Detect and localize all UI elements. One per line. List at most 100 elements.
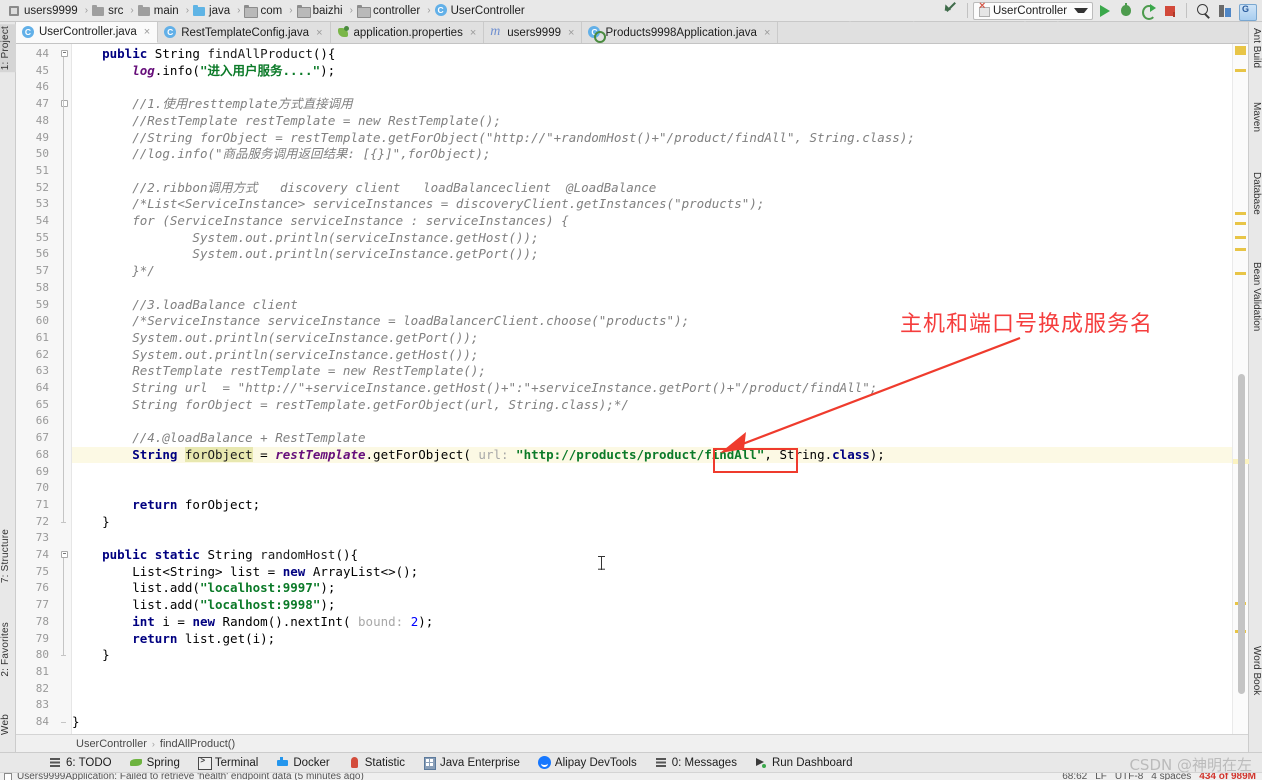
breadcrumb-item-com[interactable]: com: [242, 1, 287, 21]
code-line[interactable]: //3.loadBalance client: [72, 297, 298, 314]
code-line[interactable]: }: [72, 514, 110, 531]
code-fold-end-marker[interactable]: [61, 655, 66, 657]
stripe-marker[interactable]: [1235, 248, 1246, 251]
source-code-text[interactable]: public String findAllProduct(){ log.info…: [72, 44, 1232, 734]
breadcrumb-item-java[interactable]: java: [191, 1, 235, 21]
toolwindow-docker[interactable]: Docker: [267, 753, 338, 773]
close-icon[interactable]: ×: [566, 27, 576, 39]
code-line[interactable]: System.out.println(serviceInstance.getPo…: [72, 246, 538, 263]
code-line[interactable]: log.info("进入用户服务....");: [72, 63, 335, 80]
code-line[interactable]: //2.ribbon调用方式 discovery client loadBala…: [72, 180, 656, 197]
stripe-marker[interactable]: [1235, 212, 1246, 215]
code-line[interactable]: //1.使用resttemplate方式直接调用: [72, 96, 352, 113]
editor-tab-application-properties[interactable]: application.properties ×: [330, 22, 485, 43]
code-token: class: [832, 446, 870, 462]
code-line[interactable]: return list.get(i);: [72, 631, 275, 648]
close-icon[interactable]: ×: [468, 27, 478, 39]
code-line[interactable]: List<String> list = new ArrayList<>();: [72, 564, 418, 581]
code-line[interactable]: String forObject = restTemplate.getForOb…: [72, 397, 629, 414]
code-line[interactable]: //log.info("商品服务调用返回结果: [{}]",forObject)…: [72, 146, 490, 163]
toolwindow-messages[interactable]: 0: Messages: [646, 753, 746, 773]
code-line[interactable]: String forObject = restTemplate.getForOb…: [72, 446, 885, 464]
toolwindow-statistic[interactable]: Statistic: [339, 753, 414, 773]
sidebar-item-maven[interactable]: Maven: [1248, 100, 1262, 134]
sidebar-item-project[interactable]: 1: Project: [0, 24, 16, 73]
search-icon[interactable]: [1192, 1, 1214, 21]
code-line[interactable]: System.out.println(serviceInstance.getPo…: [72, 330, 478, 347]
coverage-icon[interactable]: [1137, 1, 1159, 21]
sidebar-item-word-book[interactable]: Word Book: [1248, 644, 1262, 697]
toolwindow-spring[interactable]: Spring: [121, 753, 189, 773]
sidebar-item-ant-build[interactable]: Ant Build: [1248, 26, 1262, 70]
run-configuration-selector[interactable]: UserController: [973, 1, 1093, 20]
stripe-marker[interactable]: [1235, 236, 1246, 239]
editor-error-stripe[interactable]: [1232, 44, 1249, 734]
editor-gutter[interactable]: 44 45 46 47 48 49 50 51 52 53 54 55 56 57 58 59 60 61 62 63…: [16, 44, 72, 734]
breadcrumb-item-users9999[interactable]: users9999: [6, 1, 83, 21]
editor-tab-users9999[interactable]: users9999 ×: [484, 22, 583, 43]
code-fold-end-marker[interactable]: [61, 521, 66, 523]
code-line[interactable]: /*List<ServiceInstance> serviceInstances…: [72, 196, 764, 213]
toolwindow-run-dashboard[interactable]: Run Dashboard: [746, 753, 862, 773]
breadcrumb-item-usercontroller[interactable]: UserController: [433, 1, 530, 21]
breadcrumb-item-baizhi[interactable]: baizhi: [295, 1, 348, 21]
member-breadcrumb-class[interactable]: UserController: [76, 738, 147, 750]
line-separator[interactable]: LF: [1095, 773, 1107, 780]
project-structure-icon[interactable]: [1214, 1, 1236, 21]
memory-indicator[interactable]: 434 of 989M: [1199, 773, 1256, 780]
sidebar-item-web[interactable]: Web: [0, 712, 16, 737]
breadcrumb-item-main[interactable]: main: [136, 1, 184, 21]
code-line[interactable]: }: [72, 714, 80, 731]
back-arrow-icon[interactable]: [940, 1, 962, 21]
member-breadcrumb-method[interactable]: findAllProduct(): [160, 738, 235, 750]
toolwindow-alipay-devtools[interactable]: Alipay DevTools: [529, 753, 646, 773]
code-line[interactable]: System.out.println(serviceInstance.getHo…: [72, 347, 478, 364]
code-line[interactable]: int i = new Random().nextInt( bound: 2);: [72, 614, 433, 631]
stripe-marker[interactable]: [1235, 46, 1246, 55]
code-line[interactable]: //String forObject = restTemplate.getFor…: [72, 130, 915, 147]
editor-tab-resttemplateconfig[interactable]: RestTemplateConfig.java ×: [158, 22, 331, 43]
code-line[interactable]: /*ServiceInstance serviceInstance = load…: [72, 313, 689, 330]
editor-tab-products9998application[interactable]: Products9998Application.java ×: [582, 22, 779, 43]
sidebar-item-structure[interactable]: 7: Structure: [0, 527, 16, 585]
close-icon[interactable]: ×: [762, 27, 772, 39]
code-line[interactable]: list.add("localhost:9998");: [72, 597, 335, 614]
code-line[interactable]: public static String randomHost(){: [72, 547, 358, 564]
sidebar-item-favorites[interactable]: 2: Favorites: [0, 620, 16, 679]
status-checkbox-icon[interactable]: [4, 773, 12, 780]
code-editor[interactable]: 44 45 46 47 48 49 50 51 52 53 54 55 56 57 58 59 60 61 62 63…: [16, 44, 1248, 734]
breadcrumb-item-src[interactable]: src: [90, 1, 128, 21]
editor-tab-usercontroller[interactable]: UserController.java ×: [16, 22, 159, 43]
run-icon[interactable]: [1093, 1, 1115, 21]
editor-scrollbar-thumb[interactable]: [1238, 374, 1245, 694]
stripe-marker[interactable]: [1235, 272, 1246, 275]
stop-icon[interactable]: [1159, 1, 1181, 21]
code-line[interactable]: list.add("localhost:9997");: [72, 580, 335, 597]
code-line[interactable]: }: [72, 647, 110, 664]
toolwindow-todo[interactable]: 6: TODO: [40, 753, 121, 773]
code-line[interactable]: System.out.println(serviceInstance.getHo…: [72, 230, 538, 247]
file-encoding[interactable]: UTF-8: [1115, 773, 1143, 780]
git-icon[interactable]: [1236, 1, 1258, 21]
code-line[interactable]: //RestTemplate restTemplate = new RestTe…: [72, 113, 501, 130]
sidebar-item-bean-validation[interactable]: Bean Validation: [1248, 260, 1262, 333]
code-line[interactable]: }*/: [72, 263, 155, 280]
code-line[interactable]: return forObject;: [72, 497, 260, 514]
sidebar-item-database[interactable]: Database: [1248, 170, 1262, 217]
stripe-marker[interactable]: [1235, 69, 1246, 72]
toolwindow-java-enterprise[interactable]: Java Enterprise: [414, 753, 529, 773]
indent-setting[interactable]: 4 spaces: [1151, 773, 1191, 780]
code-fold-end-marker[interactable]: [61, 722, 66, 723]
toolwindow-terminal[interactable]: Terminal: [189, 753, 267, 773]
stripe-marker[interactable]: [1235, 222, 1246, 225]
code-line[interactable]: for (ServiceInstance serviceInstance : s…: [72, 213, 569, 230]
code-line[interactable]: //4.@loadBalance + RestTemplate: [72, 430, 365, 447]
caret-position[interactable]: 68:62: [1062, 773, 1087, 780]
code-line[interactable]: RestTemplate restTemplate = new RestTemp…: [72, 363, 486, 380]
debug-bug-icon[interactable]: [1115, 1, 1137, 21]
close-icon[interactable]: ×: [314, 27, 324, 39]
close-icon[interactable]: ×: [142, 26, 152, 38]
code-line[interactable]: public String findAllProduct(){: [72, 46, 335, 63]
code-line[interactable]: String url = "http://"+serviceInstance.g…: [72, 380, 877, 397]
breadcrumb-item-controller[interactable]: controller: [355, 1, 425, 21]
